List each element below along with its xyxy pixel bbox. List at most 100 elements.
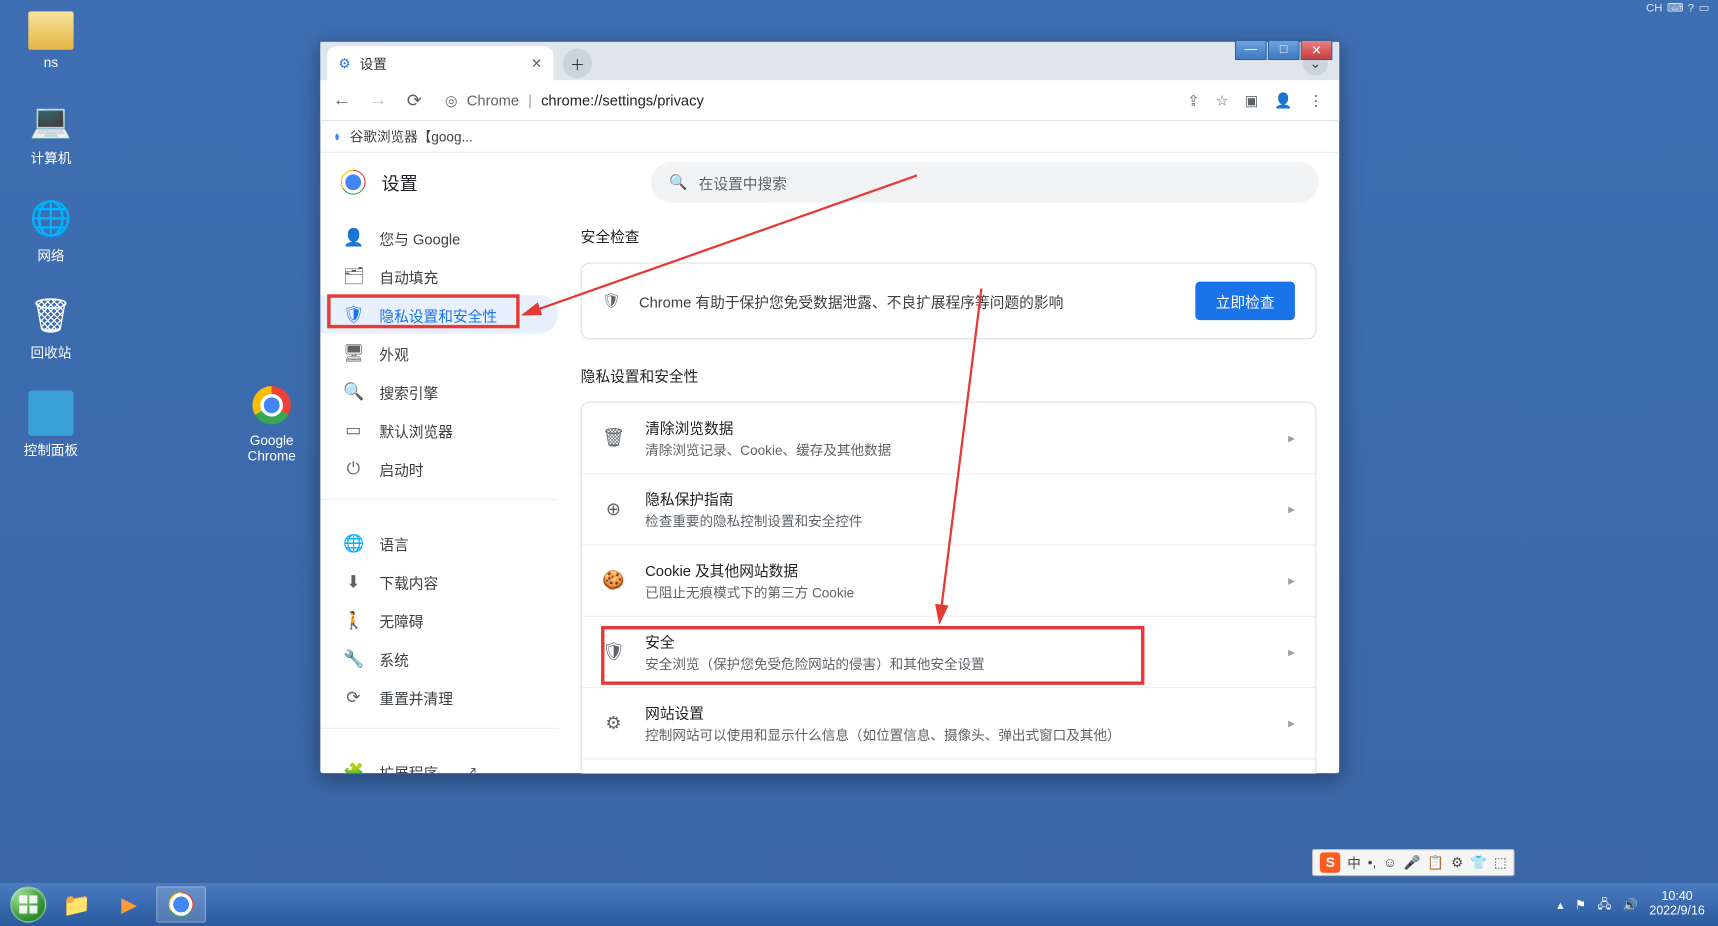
sidebar-item-reset[interactable]: ⟳重置并清理: [320, 678, 558, 716]
network-icon: 🌐: [28, 196, 73, 241]
tray-action-center-icon[interactable]: ⚑: [1575, 897, 1586, 912]
sidebar-item-label: 您与 Google: [379, 227, 460, 249]
sidebar-item-privacy[interactable]: 🛡隐私设置和安全性: [320, 295, 558, 333]
ime-item[interactable]: ⚙: [1451, 855, 1463, 871]
ime-item[interactable]: 🎤: [1404, 855, 1421, 871]
settings-main: 安全检查 🛡 Chrome 有助于保护您免受数据泄露、不良扩展程序等问题的影响 …: [558, 212, 1339, 773]
settings-sidebar: 👤您与 Google 🗂自动填充 🛡隐私设置和安全性 🖥外观 🔍搜索引擎 ▭默认…: [320, 212, 558, 773]
safety-check-card: 🛡 Chrome 有助于保护您免受数据泄露、不良扩展程序等问题的影响 立即检查: [581, 263, 1317, 340]
tab-strip: ⚙ 设置 ✕ ＋ ⌄: [320, 42, 1339, 80]
settings-search[interactable]: 🔍 在设置中搜索: [651, 162, 1319, 203]
back-button[interactable]: ←: [329, 90, 354, 110]
sidebar-item-label: 语言: [379, 533, 408, 555]
gear-icon: ⚙: [338, 55, 350, 71]
clock-date: 2022/9/16: [1649, 904, 1704, 919]
desktop-icon-label: 网络: [11, 246, 90, 265]
search-icon: 🔍: [669, 173, 687, 191]
shield-icon: 🛡: [343, 305, 363, 325]
ime-item[interactable]: ⬚: [1494, 855, 1507, 871]
share-icon[interactable]: ⇪: [1187, 91, 1199, 109]
window-minimize-button[interactable]: —: [1235, 40, 1267, 60]
taskbar: 📁 ▶ ▴ ⚑ 🖧 🔊 10:40 2022/9/16: [0, 883, 1718, 926]
sidebar-item-you-and-google[interactable]: 👤您与 Google: [320, 218, 558, 256]
profile-icon[interactable]: 👤: [1274, 91, 1292, 109]
bookmark-star-icon[interactable]: ☆: [1216, 91, 1229, 109]
ime-item[interactable]: 📋: [1427, 855, 1444, 871]
row-subtitle: 控制网站可以使用和显示什么信息（如位置信息、摄像头、弹出式窗口及其他）: [645, 726, 1268, 745]
start-button[interactable]: [7, 883, 50, 926]
ime-toolbar[interactable]: S 中 •, ☺ 🎤 📋 ⚙ 👕 ⬚: [1312, 849, 1514, 876]
tray-network-icon[interactable]: 🖧: [1597, 894, 1611, 916]
desktop-icon-computer[interactable]: 💻 计算机: [11, 98, 90, 167]
sidebar-item-search-engine[interactable]: 🔍搜索引擎: [320, 372, 558, 410]
menu-icon[interactable]: ⋮: [1309, 91, 1324, 109]
row-security[interactable]: 🛡 安全安全浏览（保护您免受危险网站的侵害）和其他安全设置 ▸: [582, 616, 1316, 687]
window-maximize-button[interactable]: □: [1268, 40, 1300, 60]
compass-icon: ⊕: [602, 498, 625, 521]
taskbar-pin-explorer[interactable]: 📁: [52, 886, 102, 922]
address-bar[interactable]: ◎ Chrome | chrome://settings/privacy: [438, 91, 1176, 109]
toolbar: ← → ⟳ ◎ Chrome | chrome://settings/priva…: [320, 80, 1339, 121]
desktop-icons: ns 💻 计算机 🌐 网络 🗑 回收站 控制面板: [11, 11, 90, 488]
ime-item[interactable]: •,: [1368, 855, 1377, 871]
row-title: 隐私保护指南: [645, 488, 1268, 510]
desktop-icon-control-panel[interactable]: 控制面板: [11, 391, 90, 460]
desktop-icon-recycle[interactable]: 🗑 回收站: [11, 293, 90, 362]
tab-title: 设置: [360, 54, 387, 73]
sidebar-item-appearance[interactable]: 🖥外观: [320, 334, 558, 372]
trash-icon: 🗑: [602, 427, 625, 450]
sliders-icon: ⚙: [602, 712, 625, 735]
url-scheme-label: Chrome: [467, 92, 519, 109]
desktop-icon-network[interactable]: 🌐 网络: [11, 196, 90, 265]
tray-arrow-icon[interactable]: ▴: [1557, 897, 1563, 912]
recycle-icon: 🗑: [28, 293, 73, 338]
row-privacy-sandbox[interactable]: 🧪 隐私沙盒试用版功能已开启 ↗: [582, 758, 1316, 773]
sidebar-item-accessibility[interactable]: 🚶无障碍: [320, 601, 558, 639]
tray-volume-icon[interactable]: 🔊: [1623, 897, 1639, 912]
sidebar-item-languages[interactable]: 🌐语言: [320, 524, 558, 562]
ime-item[interactable]: ☺: [1383, 855, 1397, 871]
safety-check-text: Chrome 有助于保护您免受数据泄露、不良扩展程序等问题的影响: [639, 290, 1177, 312]
row-title: 网站设置: [645, 702, 1268, 724]
forward-button[interactable]: →: [366, 90, 391, 110]
ime-language[interactable]: 中: [1347, 853, 1361, 872]
bookmark-item[interactable]: 谷歌浏览器【goog...: [350, 127, 473, 146]
desktop-icon-chrome[interactable]: Google Chrome: [232, 383, 311, 465]
row-privacy-guide[interactable]: ⊕ 隐私保护指南检查重要的隐私控制设置和安全控件 ▸: [582, 473, 1316, 544]
sidebar-item-label: 启动时: [379, 458, 423, 480]
sidebar-item-label: 外观: [379, 342, 408, 364]
taskbar-pin-chrome[interactable]: [156, 886, 206, 922]
taskbar-clock[interactable]: 10:40 2022/9/16: [1649, 890, 1704, 920]
ime-item[interactable]: 👕: [1470, 855, 1487, 871]
cookie-icon: 🍪: [602, 569, 625, 592]
sidebar-item-label: 自动填充: [379, 265, 438, 287]
sidebar-item-system[interactable]: 🔧系统: [320, 640, 558, 678]
tab-close-button[interactable]: ✕: [531, 55, 542, 71]
chrome-url-icon: ◎: [445, 91, 458, 109]
desktop-icon-label: 计算机: [11, 148, 90, 167]
sidebar-item-downloads[interactable]: ⬇下载内容: [320, 563, 558, 601]
sidebar-item-on-startup[interactable]: ⏻启动时: [320, 449, 558, 487]
taskbar-pin-media[interactable]: ▶: [104, 886, 154, 922]
search-placeholder: 在设置中搜索: [699, 171, 787, 193]
window-close-button[interactable]: ✕: [1301, 40, 1333, 60]
sidebar-item-label: 重置并清理: [379, 687, 453, 709]
sidebar-item-default-browser[interactable]: ▭默认浏览器: [320, 411, 558, 449]
desktop-icon-ns[interactable]: ns: [11, 11, 90, 70]
side-panel-icon[interactable]: ▣: [1245, 91, 1259, 109]
row-site-settings[interactable]: ⚙ 网站设置控制网站可以使用和显示什么信息（如位置信息、摄像头、弹出式窗口及其他…: [582, 687, 1316, 758]
reload-button[interactable]: ⟳: [402, 89, 427, 112]
sidebar-item-extensions[interactable]: 🧩扩展程序↗: [320, 753, 558, 773]
row-cookies[interactable]: 🍪 Cookie 及其他网站数据已阻止无痕模式下的第三方 Cookie ▸: [582, 544, 1316, 615]
desktop-icon-label: 回收站: [11, 343, 90, 362]
windows-logo-icon: [10, 886, 46, 922]
system-tray[interactable]: ▴ ⚑ 🖧 🔊 10:40 2022/9/16: [1557, 890, 1711, 920]
tab-settings[interactable]: ⚙ 设置 ✕: [327, 46, 553, 80]
screen-indicator-icons: CH⌨?▭: [1646, 2, 1709, 14]
check-now-button[interactable]: 立即检查: [1195, 282, 1295, 320]
row-clear-browsing-data[interactable]: 🗑 清除浏览数据清除浏览记录、Cookie、缓存及其他数据 ▸: [582, 403, 1316, 473]
new-tab-button[interactable]: ＋: [563, 49, 592, 78]
sidebar-item-autofill[interactable]: 🗂自动填充: [320, 257, 558, 295]
url-path: chrome://settings/privacy: [541, 92, 704, 109]
search-icon: 🔍: [343, 381, 363, 401]
